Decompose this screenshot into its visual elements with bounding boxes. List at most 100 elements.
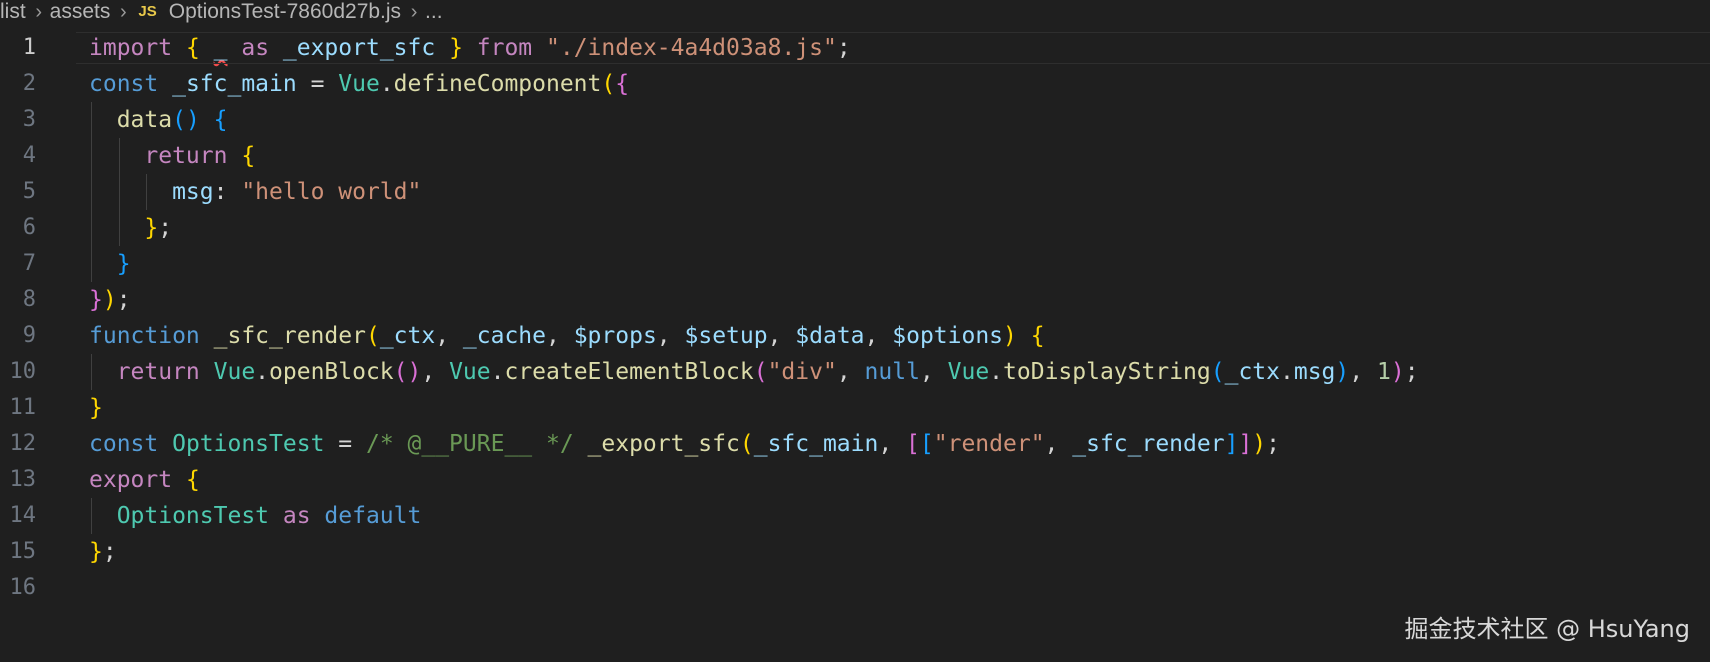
code-token: () bbox=[172, 107, 200, 133]
code-token: = bbox=[324, 431, 366, 457]
code-token: _ctx bbox=[379, 323, 436, 349]
code-line[interactable]: 2 const _sfc_main = Vue.defineComponent({ bbox=[0, 66, 1710, 102]
code-token: } bbox=[89, 395, 103, 421]
line-number: 4 bbox=[22, 143, 36, 168]
code-token: { bbox=[199, 107, 228, 133]
code-token: "./index-4a4d03a8.js" bbox=[546, 35, 837, 61]
breadcrumb-item-file[interactable]: OptionsTest-7860d27b.js bbox=[169, 0, 401, 24]
code-token: ( bbox=[1210, 359, 1225, 385]
code-line[interactable]: 14 OptionsTest as default bbox=[0, 498, 1710, 534]
breadcrumb-item-assets[interactable]: assets bbox=[50, 0, 111, 24]
code-token: [ bbox=[919, 431, 934, 457]
line-number: 1 bbox=[22, 35, 36, 60]
code-line[interactable]: 4 return { bbox=[0, 138, 1710, 174]
code-text: return { bbox=[89, 138, 255, 174]
code-token: ; bbox=[1404, 359, 1419, 385]
code-line[interactable]: 13 export { bbox=[0, 462, 1710, 498]
code-token: ; bbox=[116, 287, 131, 313]
code-token: { bbox=[615, 71, 630, 97]
code-token: { bbox=[185, 35, 214, 61]
code-line[interactable]: 8}); bbox=[0, 282, 1710, 318]
code-token: _cache bbox=[462, 323, 546, 349]
code-token: ) bbox=[102, 287, 117, 313]
code-token: $data bbox=[795, 323, 865, 349]
code-line[interactable]: 6 }; bbox=[0, 210, 1710, 246]
code-line[interactable]: 1 import { _ as _export_sfc } from "./ind… bbox=[0, 30, 1710, 66]
code-token: ( bbox=[365, 323, 380, 349]
line-number: 5 bbox=[22, 179, 36, 204]
code-token: [ bbox=[906, 431, 920, 457]
code-line[interactable]: 11} bbox=[0, 390, 1710, 426]
code-line[interactable]: 3 data() { bbox=[0, 102, 1710, 138]
code-token: Vue bbox=[449, 359, 491, 385]
code-token: default bbox=[324, 503, 422, 529]
code-token: , bbox=[878, 431, 907, 457]
code-text: return Vue.openBlock(), Vue.createElemen… bbox=[89, 354, 1419, 390]
code-text: const _sfc_main = Vue.defineComponent({ bbox=[89, 66, 629, 102]
code-token: return bbox=[89, 143, 242, 169]
code-token: ] bbox=[1224, 431, 1239, 457]
code-token: toDisplayString bbox=[1003, 359, 1211, 385]
line-number: 10 bbox=[9, 359, 37, 384]
code-token: , bbox=[435, 323, 463, 349]
code-text: }); bbox=[89, 282, 131, 318]
breadcrumb-item-list[interactable]: list bbox=[0, 0, 26, 24]
code-line[interactable]: 5 msg: "hello world" bbox=[0, 174, 1710, 210]
code-token: , bbox=[656, 323, 685, 349]
code-token: { bbox=[185, 467, 200, 493]
code-text: function _sfc_render(_ctx, _cache, $prop… bbox=[89, 318, 1045, 354]
code-token: () bbox=[393, 359, 422, 385]
code-token: return bbox=[89, 359, 214, 385]
code-token: "hello world" bbox=[241, 179, 422, 205]
code-text: } bbox=[89, 390, 103, 426]
code-editor[interactable]: 1 import { _ as _export_sfc } from "./ind… bbox=[0, 30, 1710, 606]
code-token: } bbox=[89, 251, 131, 277]
code-line[interactable]: 9 function _sfc_render(_ctx, _cache, $pro… bbox=[0, 318, 1710, 354]
code-token: . bbox=[490, 359, 505, 385]
line-number: 7 bbox=[22, 251, 36, 276]
code-token: const bbox=[89, 71, 173, 97]
code-token: { bbox=[241, 143, 256, 169]
code-token: $props bbox=[573, 323, 657, 349]
code-line[interactable]: 10 return Vue.openBlock(), Vue.createEle… bbox=[0, 354, 1710, 390]
code-token: _sfc_render bbox=[1072, 431, 1225, 457]
code-token: ; bbox=[102, 539, 117, 565]
code-token: const bbox=[89, 431, 173, 457]
line-number: 11 bbox=[9, 395, 37, 420]
code-token: ) bbox=[1252, 431, 1267, 457]
code-token: OptionsTest bbox=[172, 431, 325, 457]
code-token: defineComponent bbox=[393, 71, 602, 97]
code-line[interactable]: 7 } bbox=[0, 246, 1710, 282]
code-token: Vue bbox=[213, 359, 256, 385]
watermark: 掘金技术社区 @ HsuYang bbox=[1404, 615, 1690, 643]
code-line[interactable]: 16 bbox=[0, 570, 1710, 606]
chevron-right-icon: › bbox=[410, 1, 418, 23]
code-token: _sfc_main bbox=[172, 71, 297, 97]
code-token: _export_sfc bbox=[573, 431, 740, 457]
code-token: OptionsTest bbox=[89, 503, 270, 529]
code-token: _export_sfc bbox=[282, 35, 436, 61]
code-token: } bbox=[89, 287, 103, 313]
breadcrumb-item-symbols[interactable]: ... bbox=[425, 0, 443, 24]
code-token: 1 bbox=[1376, 359, 1391, 385]
code-token: } bbox=[89, 539, 103, 565]
code-token: , bbox=[836, 359, 865, 385]
code-token: ) bbox=[1390, 359, 1405, 385]
code-line[interactable]: 15}; bbox=[0, 534, 1710, 570]
line-number: 15 bbox=[9, 539, 37, 564]
code-text: import { _ as _export_sfc } from "./inde… bbox=[89, 30, 851, 66]
code-token: . bbox=[989, 359, 1004, 385]
code-token: ; bbox=[158, 215, 173, 241]
code-token: ) bbox=[1003, 323, 1017, 349]
code-token: /* @__PURE__ */ bbox=[365, 431, 574, 457]
code-token: ) bbox=[1335, 359, 1350, 385]
code-token: ( bbox=[739, 431, 754, 457]
code-token: msg bbox=[1293, 359, 1336, 385]
line-number: 8 bbox=[22, 287, 36, 312]
line-number: 9 bbox=[22, 323, 36, 348]
code-token: , bbox=[421, 359, 450, 385]
code-token: } bbox=[435, 35, 463, 61]
code-text: const OptionsTest = /* @__PURE__ */ _exp… bbox=[89, 426, 1280, 462]
code-line[interactable]: 12 const OptionsTest = /* @__PURE__ */ _e… bbox=[0, 426, 1710, 462]
code-token: as bbox=[227, 35, 283, 61]
